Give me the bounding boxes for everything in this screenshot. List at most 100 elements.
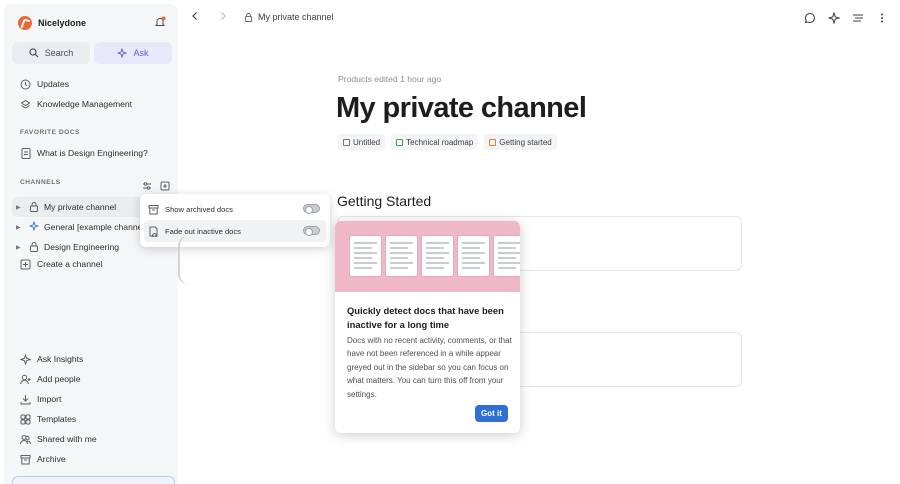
archive-icon <box>20 454 31 465</box>
tour-heading: Quickly detect docs that have been inact… <box>347 305 504 330</box>
doc-chip-label: Untitled <box>353 137 381 147</box>
thumb-line <box>462 267 480 269</box>
thumb-line <box>390 257 408 259</box>
doc-chip[interactable]: Untitled <box>338 134 386 150</box>
favorite-doc-item[interactable]: What is Design Engineering? <box>12 143 172 163</box>
thumb-line <box>462 257 480 259</box>
doc-chip-icon <box>396 138 404 146</box>
add-person-icon <box>20 374 31 385</box>
show-archived-toggle[interactable] <box>303 204 320 214</box>
ask-button[interactable]: Ask <box>94 42 172 64</box>
thumb-line <box>354 267 372 269</box>
create-channel-icon <box>20 259 31 270</box>
channel-label: General [example channel] <box>44 222 147 232</box>
more-options-icon[interactable] <box>876 12 888 24</box>
new-channel-icon[interactable] <box>160 181 170 191</box>
expand-caret-icon[interactable]: ▶ <box>16 224 24 231</box>
doc-thumbnail <box>350 236 381 276</box>
nav-ask-insights[interactable]: Ask Insights <box>12 349 172 369</box>
search-button[interactable]: Search <box>12 42 90 64</box>
thumb-line <box>390 242 413 244</box>
workspace-name: Nicelydone <box>38 18 87 28</box>
sparkle-icon <box>20 353 31 365</box>
nav-archive[interactable]: Archive <box>12 449 172 469</box>
ask-label: Ask <box>133 48 149 58</box>
doc-chip[interactable]: Technical roadmap <box>391 134 479 150</box>
filter-settings-icon[interactable] <box>142 181 152 191</box>
clock-icon <box>20 79 31 90</box>
channel-filter-menu: Show archived docs Fade out inactive doc… <box>140 194 330 247</box>
favorite-docs-label: FAVORITE DOCS <box>20 129 80 136</box>
lock-icon <box>29 201 39 214</box>
lock-icon <box>244 12 253 22</box>
thumb-line <box>498 257 516 259</box>
bottom-notice[interactable] <box>12 476 175 484</box>
back-arrow-icon[interactable] <box>190 11 200 23</box>
expand-caret-icon[interactable]: ▶ <box>16 204 24 211</box>
create-channel-label: Create a channel <box>37 259 103 269</box>
nav-knowledge-label: Knowledge Management <box>37 99 133 109</box>
nav-templates[interactable]: Templates <box>12 409 172 429</box>
thumb-line <box>426 262 449 264</box>
channel-label: Design Engineering <box>44 242 120 252</box>
thumb-line <box>498 247 516 249</box>
workspace-switcher[interactable]: Nicelydone <box>18 16 86 30</box>
doc-chip[interactable]: Getting started <box>484 134 557 150</box>
outline-icon[interactable] <box>852 12 864 24</box>
create-channel[interactable]: Create a channel <box>12 254 172 274</box>
forward-arrow-icon[interactable] <box>218 11 228 23</box>
thumb-line <box>390 262 413 264</box>
breadcrumb[interactable]: My private channel <box>244 12 334 22</box>
import-icon <box>20 394 31 405</box>
thumb-line <box>354 257 372 259</box>
nav-updates[interactable]: Updates <box>12 74 172 94</box>
archive-icon <box>148 204 159 214</box>
sparkle-icon <box>28 220 40 233</box>
fade-inactive-toggle[interactable] <box>303 226 320 236</box>
menu-show-archived[interactable]: Show archived docs <box>144 198 326 220</box>
nav-add-people[interactable]: Add people <box>12 369 172 389</box>
channel-label: My private channel <box>44 202 117 212</box>
nav-updates-label: Updates <box>37 79 70 89</box>
tour-illustration <box>335 221 520 292</box>
doc-chip-label: Getting started <box>499 137 552 147</box>
nav-shared-with-me[interactable]: Shared with me <box>12 429 172 449</box>
thumb-line <box>462 262 485 264</box>
lock-icon <box>29 241 39 254</box>
thumb-line <box>426 252 449 254</box>
nav-import-label: Import <box>37 394 62 404</box>
nav-knowledge-management[interactable]: Knowledge Management <box>12 94 172 114</box>
thumb-line <box>462 242 485 244</box>
doc-thumbnail <box>458 236 489 276</box>
thumb-line <box>354 262 377 264</box>
templates-icon <box>20 414 31 425</box>
doc-thumbnail <box>494 236 520 276</box>
fade-doc-icon <box>149 226 158 237</box>
ai-sparkle-icon[interactable] <box>828 12 840 24</box>
comment-icon[interactable] <box>804 12 816 24</box>
got-it-button[interactable]: Got it <box>475 405 508 422</box>
shared-people-icon <box>20 434 31 445</box>
breadcrumb-label: My private channel <box>258 12 334 22</box>
nav-shared-label: Shared with me <box>37 434 97 444</box>
doc-chip-icon <box>343 138 350 146</box>
thumb-line <box>426 257 444 259</box>
thumb-line <box>354 252 377 254</box>
thumb-line <box>426 242 449 244</box>
menu-show-archived-label: Show archived docs <box>165 204 233 214</box>
thumb-line <box>498 267 516 269</box>
nav-add-people-label: Add people <box>37 374 81 384</box>
search-icon <box>29 48 39 58</box>
notifications-bell-icon[interactable] <box>154 16 166 28</box>
nav-import[interactable]: Import <box>12 389 172 409</box>
doc-thumbnail <box>422 236 453 276</box>
expand-caret-icon[interactable]: ▶ <box>16 244 24 251</box>
sparkle-icon <box>117 48 128 58</box>
thumb-line <box>426 267 444 269</box>
doc-thumbnail <box>386 236 417 276</box>
layers-icon <box>20 99 31 110</box>
section-heading: Getting Started <box>337 193 432 209</box>
menu-fade-inactive[interactable]: Fade out inactive docs <box>144 220 326 242</box>
page-title[interactable]: My private channel <box>336 92 587 125</box>
thumb-line <box>462 252 485 254</box>
